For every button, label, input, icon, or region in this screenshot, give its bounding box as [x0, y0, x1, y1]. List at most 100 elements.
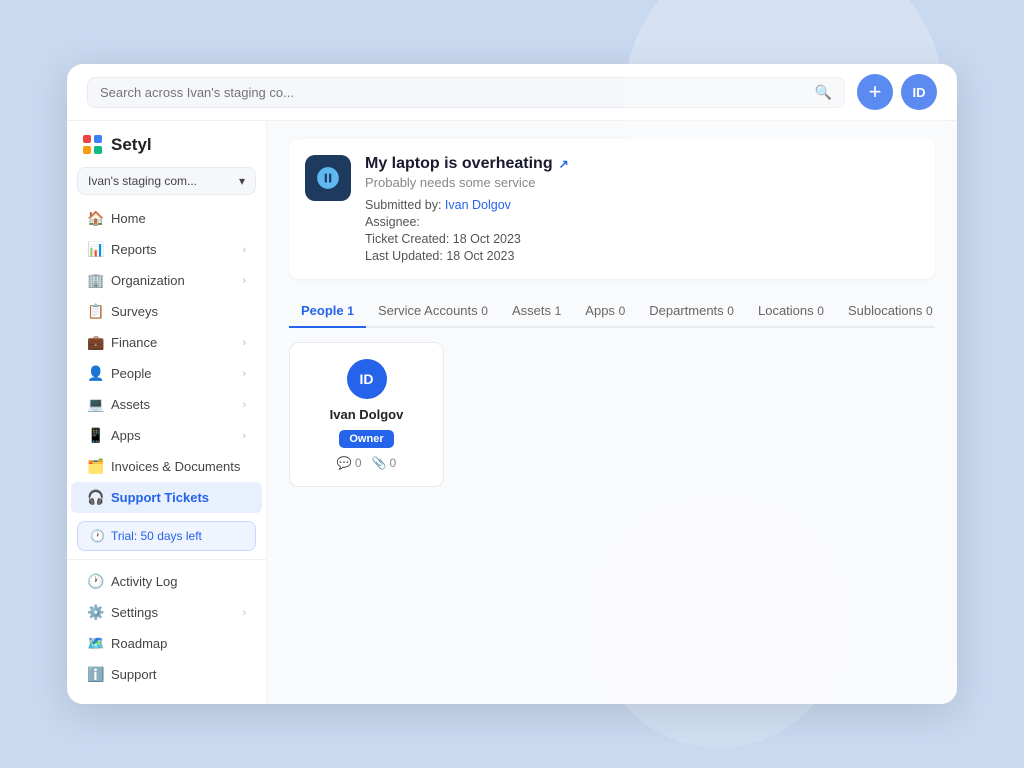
submitted-by-link[interactable]: Ivan Dolgov [445, 198, 511, 212]
app-window: 🔍 + ID Setyl Ivan's staging com... ▾ [67, 64, 957, 704]
surveys-icon: 📋 [87, 303, 103, 320]
sidebar-item-reports[interactable]: 📊 Reports › [71, 234, 262, 265]
app-body: Setyl Ivan's staging com... ▾ 🏠 Home 📊 R… [67, 121, 957, 704]
sidebar-item-apps[interactable]: 📱 Apps › [71, 420, 262, 451]
tab-service-accounts[interactable]: Service Accounts 0 [366, 295, 500, 328]
sidebar-bottom: 🕐 Activity Log ⚙️ Settings › 🗺️ Roadmap [67, 559, 266, 690]
tab-assets[interactable]: Assets 1 [500, 295, 573, 328]
sidebar-item-label: Roadmap [111, 636, 167, 651]
app-name-label: Setyl [111, 135, 152, 155]
ticket-header-card: My laptop is overheating ↗ Probably need… [289, 139, 935, 279]
sidebar-logo: Setyl [67, 135, 266, 167]
tab-assets-count: 1 [555, 304, 562, 318]
tab-people[interactable]: People 1 [289, 295, 366, 328]
attachment-icon: 📎 [372, 456, 387, 470]
trial-clock-icon: 🕐 [90, 529, 105, 543]
sidebar-item-settings[interactable]: ⚙️ Settings › [71, 597, 262, 628]
tab-sublocations-count: 0 [926, 304, 933, 318]
sidebar-item-label: Settings [111, 605, 158, 620]
support-tickets-icon: 🎧 [87, 489, 103, 506]
person-name: Ivan Dolgov [330, 407, 404, 422]
sidebar-item-finance[interactable]: 💼 Finance › [71, 327, 262, 358]
external-link-icon[interactable]: ↗ [559, 157, 569, 171]
chevron-right-icon: › [242, 244, 246, 256]
search-bar[interactable]: 🔍 [87, 77, 845, 108]
person-avatar: ID [347, 359, 387, 399]
trial-banner[interactable]: 🕐 Trial: 50 days left [77, 521, 256, 551]
sidebar-item-assets[interactable]: 💻 Assets › [71, 389, 262, 420]
chevron-right-icon: › [242, 430, 246, 442]
comments-count: 0 [355, 456, 362, 470]
sidebar-item-support[interactable]: ℹ️ Support [71, 659, 262, 690]
sidebar-item-label: Assets [111, 397, 150, 412]
tab-legal-entities[interactable]: Legal Entities 0 [945, 295, 957, 328]
sidebar-item-label: Activity Log [111, 574, 177, 589]
sidebar-item-label: Home [111, 211, 146, 226]
logo-icon [83, 135, 103, 155]
chevron-right-icon: › [242, 368, 246, 380]
chevron-right-icon: › [242, 275, 246, 287]
person-comments: 💬 0 [337, 456, 362, 470]
person-card[interactable]: ID Ivan Dolgov Owner 💬 0 📎 0 [289, 342, 444, 487]
person-role-badge: Owner [339, 430, 393, 448]
main-content: My laptop is overheating ↗ Probably need… [267, 121, 957, 704]
person-attachments: 📎 0 [372, 456, 397, 470]
sidebar-item-label: Apps [111, 428, 141, 443]
sidebar-item-label: Support [111, 667, 157, 682]
assignee-row: Assignee: [365, 215, 569, 229]
org-selector[interactable]: Ivan's staging com... ▾ [77, 167, 256, 195]
tab-departments[interactable]: Departments 0 [637, 295, 746, 328]
chevron-right-icon: › [242, 337, 246, 349]
ticket-title: My laptop is overheating ↗ [365, 155, 569, 173]
ticket-subtitle: Probably needs some service [365, 175, 569, 190]
sidebar-item-label: Reports [111, 242, 157, 257]
tabs-bar: People 1 Service Accounts 0 Assets 1 App… [289, 295, 935, 328]
search-input[interactable] [100, 85, 807, 100]
sidebar-item-label: Organization [111, 273, 185, 288]
add-button[interactable]: + [857, 74, 893, 110]
sidebar-item-roadmap[interactable]: 🗺️ Roadmap [71, 628, 262, 659]
ticket-created-row: Ticket Created: 18 Oct 2023 [365, 232, 569, 246]
tab-locations[interactable]: Locations 0 [746, 295, 836, 328]
finance-icon: 💼 [87, 334, 103, 351]
tab-locations-count: 0 [817, 304, 824, 318]
roadmap-icon: 🗺️ [87, 635, 103, 652]
sidebar-item-organization[interactable]: 🏢 Organization › [71, 265, 262, 296]
home-icon: 🏠 [87, 210, 103, 227]
org-chevron-icon: ▾ [239, 174, 245, 188]
invoices-icon: 🗂️ [87, 458, 103, 475]
sidebar-item-label: Finance [111, 335, 157, 350]
reports-icon: 📊 [87, 241, 103, 258]
submitted-by: Submitted by: Ivan Dolgov [365, 198, 569, 212]
app-header: 🔍 + ID [67, 64, 957, 121]
sidebar-item-label: Invoices & Documents [111, 459, 240, 474]
tab-people-count: 1 [347, 304, 354, 318]
sidebar-item-surveys[interactable]: 📋 Surveys [71, 296, 262, 327]
trial-label: Trial: 50 days left [111, 529, 202, 543]
sidebar-item-support-tickets[interactable]: 🎧 Support Tickets [71, 482, 262, 513]
sidebar-item-label: Surveys [111, 304, 158, 319]
sidebar-item-activity-log[interactable]: 🕐 Activity Log [71, 566, 262, 597]
sidebar-item-people[interactable]: 👤 People › [71, 358, 262, 389]
assets-icon: 💻 [87, 396, 103, 413]
tab-apps[interactable]: Apps 0 [573, 295, 637, 328]
user-avatar-button[interactable]: ID [901, 74, 937, 110]
sidebar-item-label: Support Tickets [111, 490, 209, 505]
search-icon: 🔍 [815, 84, 832, 101]
sidebar-item-home[interactable]: 🏠 Home [71, 203, 262, 234]
sidebar: Setyl Ivan's staging com... ▾ 🏠 Home 📊 R… [67, 121, 267, 704]
person-actions: 💬 0 📎 0 [337, 456, 396, 470]
last-updated-row: Last Updated: 18 Oct 2023 [365, 249, 569, 263]
header-actions: + ID [857, 74, 937, 110]
tab-departments-count: 0 [727, 304, 734, 318]
last-updated-date: 18 Oct 2023 [446, 249, 514, 263]
tab-sublocations[interactable]: Sublocations 0 [836, 295, 945, 328]
sidebar-item-invoices[interactable]: 🗂️ Invoices & Documents [71, 451, 262, 482]
ticket-created-date: 18 Oct 2023 [453, 232, 521, 246]
tab-apps-count: 0 [619, 304, 626, 318]
activity-log-icon: 🕐 [87, 573, 103, 590]
ticket-info: My laptop is overheating ↗ Probably need… [365, 155, 569, 263]
tab-service-accounts-count: 0 [481, 304, 488, 318]
sidebar-item-label: People [111, 366, 151, 381]
attachments-count: 0 [389, 456, 396, 470]
